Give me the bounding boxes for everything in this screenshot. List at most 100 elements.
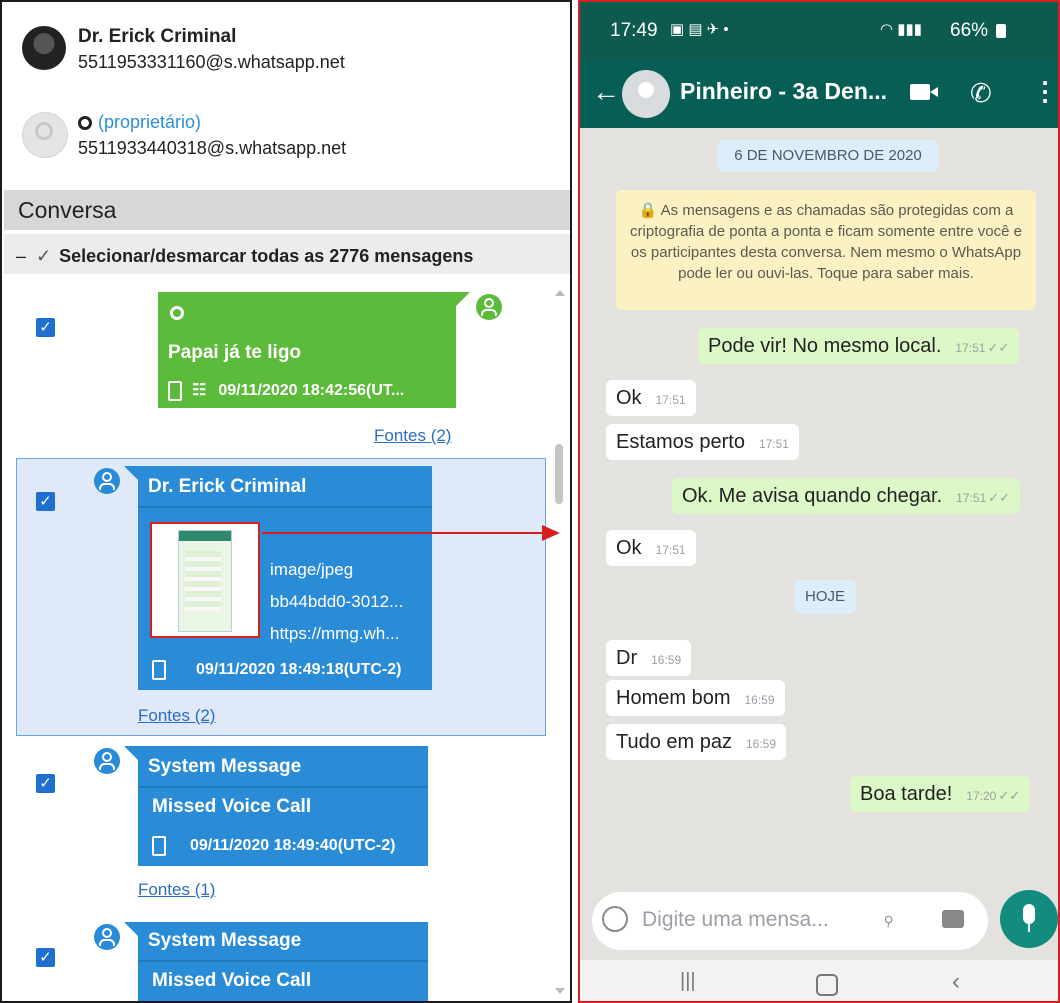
message-input[interactable]: Digite uma mensa...	[642, 908, 829, 932]
chat-time: 17:20	[966, 789, 997, 803]
chat-header: ← Pinheiro - 3a Den... ✆ ⋮	[580, 60, 1058, 128]
voice-call-icon[interactable]: ✆	[970, 78, 992, 109]
mic-button[interactable]	[1000, 890, 1058, 948]
chat-bubble-incoming[interactable]: Homem bom 16:59	[606, 680, 785, 716]
person-icon	[476, 294, 502, 320]
whatsapp-screenshot: 17:49 ▣ ▤ ✈ • ◠ ▮▮▮ 66% ← Pinheiro - 3a …	[578, 0, 1060, 1003]
group-avatar[interactable]	[622, 70, 670, 118]
chat-text: Estamos perto	[616, 431, 745, 453]
group-icon: ☷	[192, 382, 207, 399]
message-meta: ☷ 09/11/2020 18:42:56(UT...	[168, 380, 404, 401]
attachment-hash: bb44bdd0-3012...	[270, 592, 404, 611]
message-bubble-incoming[interactable]: Dr. Erick Criminal image/jpeg bb44bdd0-3…	[138, 466, 432, 690]
back-arrow-icon[interactable]: ←	[592, 76, 620, 108]
person-icon	[94, 748, 120, 774]
read-ticks-icon: ✓✓	[998, 788, 1021, 803]
message-meta: 09/11/2020 18:49:40(UTC-2)	[152, 836, 395, 856]
owner-text: (proprietário)	[98, 112, 202, 132]
divider	[138, 786, 428, 788]
chat-time: 17:51	[955, 341, 986, 355]
chat-bubble-incoming[interactable]: Ok 17:51	[606, 530, 696, 566]
chat-text: Ok	[616, 537, 642, 559]
chat-bubble-incoming[interactable]: Estamos perto 17:51	[606, 424, 799, 460]
chat-time: 17:51	[655, 393, 686, 407]
scroll-up-icon[interactable]	[555, 290, 565, 296]
battery-level: 66%	[950, 20, 989, 41]
camera-icon[interactable]	[942, 910, 964, 928]
status-time: 17:49	[610, 20, 658, 41]
annotation-arrow	[262, 532, 544, 534]
nav-back-icon[interactable]: ‹	[952, 968, 960, 996]
contact-address: 5511933440318@s.whatsapp.net	[78, 138, 347, 158]
image-thumbnail[interactable]	[150, 522, 260, 638]
chat-bubble-outgoing[interactable]: Pode vir! No mesmo local. 17:51 ✓✓	[698, 328, 1020, 364]
contact-entry: Dr. Erick Criminal 5511953331160@s.whats…	[16, 22, 556, 82]
message-checkbox[interactable]: ✓	[36, 318, 55, 337]
message-bubble-incoming[interactable]: System Message Missed Voice Call 09/11/2…	[138, 746, 428, 866]
message-sender: System Message	[148, 930, 302, 951]
notification-icons: ▣ ▤ ✈ •	[670, 21, 729, 38]
attachment-url[interactable]: https://mmg.wh...	[270, 624, 399, 644]
emoji-icon[interactable]	[602, 906, 628, 932]
message-bubble-outgoing[interactable]: Papai já te ligo ☷ 09/11/2020 18:42:56(UT…	[158, 292, 456, 408]
more-options-icon[interactable]: ⋮	[1032, 76, 1058, 107]
bubble-tail	[124, 746, 138, 760]
scrollbar[interactable]	[552, 284, 568, 1000]
chat-time: 16:59	[746, 737, 777, 751]
bubble-tail	[124, 922, 138, 936]
message-text: Papai já te ligo	[168, 342, 302, 363]
divider	[138, 960, 428, 962]
message-checkbox[interactable]: ✓	[36, 774, 55, 793]
chat-text: Ok. Me avisa quando chegar.	[682, 485, 943, 507]
message-input-bar[interactable]: Digite uma mensa... ⌕	[592, 892, 988, 950]
chat-bubble-incoming[interactable]: Tudo em paz 16:59	[606, 724, 787, 760]
android-nav-bar: ||| ‹	[580, 960, 1058, 1001]
chat-bubble-incoming[interactable]: Ok 17:51	[606, 380, 696, 416]
person-icon	[94, 924, 120, 950]
sources-link[interactable]: Fontes (1)	[138, 880, 215, 900]
message-text: Missed Voice Call	[152, 796, 312, 817]
message-text: Missed Voice Call	[152, 970, 312, 991]
chat-time: 16:59	[744, 693, 775, 707]
read-ticks-icon: ✓✓	[988, 490, 1010, 505]
chat-bubble-incoming[interactable]: Dr 16:59	[606, 640, 692, 676]
encryption-notice[interactable]: 🔒 As mensagens e as chamadas são protegi…	[616, 190, 1036, 310]
chat-bubble-outgoing[interactable]: Ok. Me avisa quando chegar. 17:51 ✓✓	[672, 478, 1020, 514]
message-checkbox[interactable]: ✓	[36, 948, 55, 967]
attach-icon[interactable]: ⌕	[875, 905, 901, 933]
collapse-icon[interactable]: –	[16, 246, 26, 266]
scroll-down-icon[interactable]	[555, 988, 565, 994]
phone-icon	[168, 380, 182, 401]
chat-time: 17:51	[956, 491, 987, 505]
chat-bubble-outgoing[interactable]: Boa tarde! 17:20 ✓✓	[850, 776, 1031, 812]
select-all-label: Selecionar/desmarcar todas as 2776 mensa…	[59, 246, 474, 266]
chat-text: Dr	[616, 647, 638, 669]
message-timestamp: 09/11/2020 18:49:40(UTC-2)	[190, 837, 396, 855]
scrollbar-thumb[interactable]	[555, 444, 563, 504]
contact-avatar	[22, 26, 66, 70]
chat-title[interactable]: Pinheiro - 3a Den...	[680, 78, 887, 105]
contact-name: Dr. Erick Criminal	[78, 26, 237, 47]
status-bar: 17:49 ▣ ▤ ✈ • ◠ ▮▮▮ 66%	[580, 2, 1058, 60]
encryption-text: As mensagens e as chamadas são protegida…	[630, 202, 1022, 282]
sources-link[interactable]: Fontes (2)	[138, 706, 215, 726]
video-call-icon[interactable]	[910, 84, 930, 100]
contact-entry: (proprietário) 5511933440318@s.whatsapp.…	[16, 108, 556, 168]
owner-icon	[170, 306, 184, 320]
sources-link[interactable]: Fontes (2)	[374, 426, 451, 446]
message-sender: Dr. Erick Criminal	[148, 476, 307, 497]
chat-text: Boa tarde!	[860, 783, 953, 805]
battery-icon	[996, 24, 1006, 38]
screenshot-preview	[178, 530, 232, 632]
message-checkbox[interactable]: ✓	[36, 492, 55, 511]
owner-label: (proprietário)	[78, 112, 201, 133]
recents-icon[interactable]: |||	[680, 970, 696, 993]
home-icon[interactable]	[816, 974, 838, 996]
select-all-toggle[interactable]: – ✓ Selecionar/desmarcar todas as 2776 men…	[4, 234, 570, 274]
signal-icons: ◠ ▮▮▮	[880, 21, 923, 38]
message-meta: 09/11/2020 18:49:18(UTC-2)	[152, 660, 401, 680]
message-bubble-incoming[interactable]: System Message Missed Voice Call	[138, 922, 428, 1001]
message-sender: System Message	[148, 756, 302, 777]
chat-time: 16:59	[651, 653, 682, 667]
chat-text: Ok	[616, 387, 642, 409]
